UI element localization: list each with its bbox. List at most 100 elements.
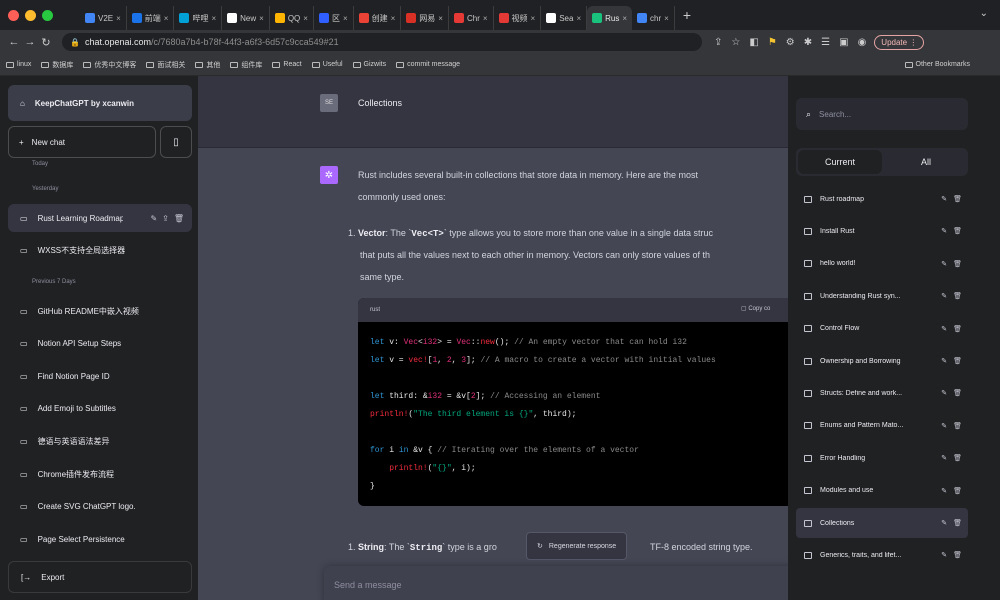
panel-chat-item[interactable]: Modules and use ✎ 🗑 bbox=[796, 476, 968, 506]
browser-tab[interactable]: Rus × bbox=[587, 6, 633, 30]
browser-tab[interactable]: 前端 × bbox=[127, 6, 175, 30]
sidebar-chat-item[interactable]: ▭ Create SVG ChatGPT logo. bbox=[8, 492, 192, 520]
browser-tab[interactable]: QQ × bbox=[270, 6, 314, 30]
panel-chat-item[interactable]: Enums and Pattern Mato... ✎ 🗑 bbox=[796, 411, 968, 441]
bookmark-item[interactable]: 优秀中文博客 bbox=[83, 60, 136, 70]
trash-icon[interactable]: 🗑 bbox=[953, 325, 962, 333]
edit-icon[interactable]: ✎ bbox=[941, 292, 947, 300]
regenerate-button[interactable]: ↻ Regenerate response bbox=[526, 532, 628, 560]
tab-close-icon[interactable]: × bbox=[438, 14, 443, 23]
bookmark-item[interactable]: 面试相关 bbox=[146, 60, 185, 70]
minimize-window-button[interactable] bbox=[25, 9, 36, 21]
panel-chat-item[interactable]: Control Flow ✎ 🗑 bbox=[796, 314, 968, 344]
panel-chat-item[interactable]: Generics, traits, and lifet... ✎ 🗑 bbox=[796, 540, 968, 570]
tab-close-icon[interactable]: × bbox=[303, 14, 308, 23]
tab-search-chevron-icon[interactable]: ⌄ bbox=[980, 8, 988, 19]
tab-close-icon[interactable]: × bbox=[664, 14, 669, 23]
sidebar-chat-item[interactable]: ▭ Chrome插件发布流程 bbox=[8, 460, 192, 488]
bookmark-item[interactable]: linux bbox=[6, 61, 31, 68]
export-button[interactable]: [→ Export bbox=[8, 561, 192, 593]
edit-icon[interactable]: ✎ bbox=[150, 214, 157, 223]
message-input[interactable] bbox=[324, 566, 788, 600]
edit-icon[interactable]: ✎ bbox=[941, 227, 947, 235]
tab-close-icon[interactable]: × bbox=[259, 14, 264, 23]
edit-icon[interactable]: ✎ bbox=[941, 551, 947, 559]
panel-chat-item[interactable]: hello world! ✎ 🗑 bbox=[796, 249, 968, 279]
trash-icon[interactable]: 🗑 bbox=[953, 260, 962, 268]
panel-chat-item[interactable]: Error Handling ✎ 🗑 bbox=[796, 443, 968, 473]
bookmark-item[interactable]: 其他 bbox=[195, 60, 220, 70]
bookmark-star-icon[interactable]: ☆ bbox=[731, 37, 740, 48]
browser-tab[interactable]: 创建 × bbox=[354, 6, 402, 30]
tab-close-icon[interactable]: × bbox=[531, 14, 536, 23]
share-icon[interactable]: ⇪ bbox=[714, 37, 722, 48]
profile-avatar-icon[interactable]: ◉ bbox=[858, 37, 867, 48]
trash-icon[interactable]: 🗑 bbox=[953, 487, 962, 495]
sidebar-toggle-button[interactable]: ▯ bbox=[160, 126, 192, 158]
trash-icon[interactable]: 🗑 bbox=[174, 214, 184, 223]
sidebar-chat-item[interactable]: ▭ Add Emoji to Subtitles bbox=[8, 394, 192, 422]
tab-close-icon[interactable]: × bbox=[576, 14, 581, 23]
trash-icon[interactable]: 🗑 bbox=[953, 519, 962, 527]
bookmark-item[interactable]: 组件库 bbox=[230, 60, 262, 70]
trash-icon[interactable]: 🗑 bbox=[953, 389, 962, 397]
trash-icon[interactable]: 🗑 bbox=[953, 551, 962, 559]
new-tab-button[interactable]: + bbox=[675, 7, 699, 23]
search-input[interactable] bbox=[819, 109, 940, 119]
share-icon[interactable]: ⇪ bbox=[162, 214, 169, 223]
trash-icon[interactable]: 🗑 bbox=[953, 227, 962, 235]
panel-chat-item[interactable]: Collections ✎ 🗑 bbox=[796, 508, 968, 538]
tab-close-icon[interactable]: × bbox=[483, 14, 488, 23]
edit-icon[interactable]: ✎ bbox=[941, 519, 947, 527]
reload-icon[interactable]: ↻ bbox=[38, 36, 54, 49]
extension-icon[interactable]: ◧ bbox=[749, 37, 758, 48]
trash-icon[interactable]: 🗑 bbox=[953, 292, 962, 300]
back-arrow-icon[interactable]: ← bbox=[6, 36, 22, 48]
tab-close-icon[interactable]: × bbox=[211, 14, 216, 23]
browser-tab[interactable]: 视频 × bbox=[494, 6, 542, 30]
edit-icon[interactable]: ✎ bbox=[941, 195, 947, 203]
panel-chat-item[interactable]: Rust roadmap ✎ 🗑 bbox=[796, 184, 968, 214]
browser-tab[interactable]: Chr × bbox=[449, 6, 494, 30]
edit-icon[interactable]: ✎ bbox=[941, 325, 947, 333]
side-panel-icon[interactable]: ▣ bbox=[839, 37, 848, 48]
sidebar-chat-item[interactable]: ▭ Page Select Persistence bbox=[8, 525, 192, 553]
panel-chat-item[interactable]: Understanding Rust syn... ✎ 🗑 bbox=[796, 281, 968, 311]
reading-list-icon[interactable]: ☰ bbox=[821, 37, 830, 48]
tab-close-icon[interactable]: × bbox=[164, 14, 169, 23]
sidebar-chat-item[interactable]: ▭ Find Notion Page ID bbox=[8, 362, 192, 390]
trash-icon[interactable]: 🗑 bbox=[953, 195, 962, 203]
edit-icon[interactable]: ✎ bbox=[941, 487, 947, 495]
browser-tab[interactable]: Sea × bbox=[541, 6, 588, 30]
address-bar[interactable]: 🔒 chat.openai.com/c/7680a7b4-b78f-44f3-a… bbox=[62, 33, 702, 51]
tab-close-icon[interactable]: × bbox=[343, 14, 348, 23]
edit-icon[interactable]: ✎ bbox=[941, 260, 947, 268]
forward-arrow-icon[interactable]: → bbox=[22, 36, 38, 48]
panel-chat-item[interactable]: Structs: Define and work... ✎ 🗑 bbox=[796, 378, 968, 408]
update-button[interactable]: Update ⋮ bbox=[874, 34, 925, 50]
extension-flag-icon[interactable]: ⚑ bbox=[768, 37, 777, 48]
trash-icon[interactable]: 🗑 bbox=[953, 454, 962, 462]
trash-icon[interactable]: 🗑 bbox=[953, 357, 962, 365]
edit-icon[interactable]: ✎ bbox=[941, 422, 947, 430]
panel-chat-item[interactable]: Install Rust ✎ 🗑 bbox=[796, 216, 968, 246]
bookmark-item[interactable]: React bbox=[272, 61, 302, 68]
bookmark-item[interactable]: commit message bbox=[396, 61, 460, 68]
browser-tab[interactable]: 网易 × bbox=[401, 6, 449, 30]
browser-tab[interactable]: 区 × bbox=[314, 6, 354, 30]
bookmark-item[interactable]: 数据库 bbox=[41, 60, 73, 70]
other-bookmarks[interactable]: Other Bookmarks bbox=[904, 61, 970, 68]
tab-close-icon[interactable]: × bbox=[622, 14, 627, 23]
edit-icon[interactable]: ✎ bbox=[941, 357, 947, 365]
browser-tab[interactable]: New × bbox=[222, 6, 270, 30]
brand-button[interactable]: ⌂ KeepChatGPT by xcanwin bbox=[8, 85, 192, 121]
trash-icon[interactable]: 🗑 bbox=[953, 422, 962, 430]
edit-icon[interactable]: ✎ bbox=[941, 454, 947, 462]
tab-close-icon[interactable]: × bbox=[391, 14, 396, 23]
sidebar-chat-item[interactable]: ▭ GitHub README中嵌入视频 bbox=[8, 297, 192, 325]
browser-tab[interactable]: 哔哩 × bbox=[174, 6, 223, 30]
bookmark-item[interactable]: Useful bbox=[311, 61, 343, 68]
extensions-puzzle-icon[interactable]: ✱ bbox=[804, 37, 812, 48]
sidebar-chat-item[interactable]: ▭ Notion API Setup Steps bbox=[8, 329, 192, 357]
extension-gear-icon[interactable]: ⚙ bbox=[786, 37, 795, 48]
